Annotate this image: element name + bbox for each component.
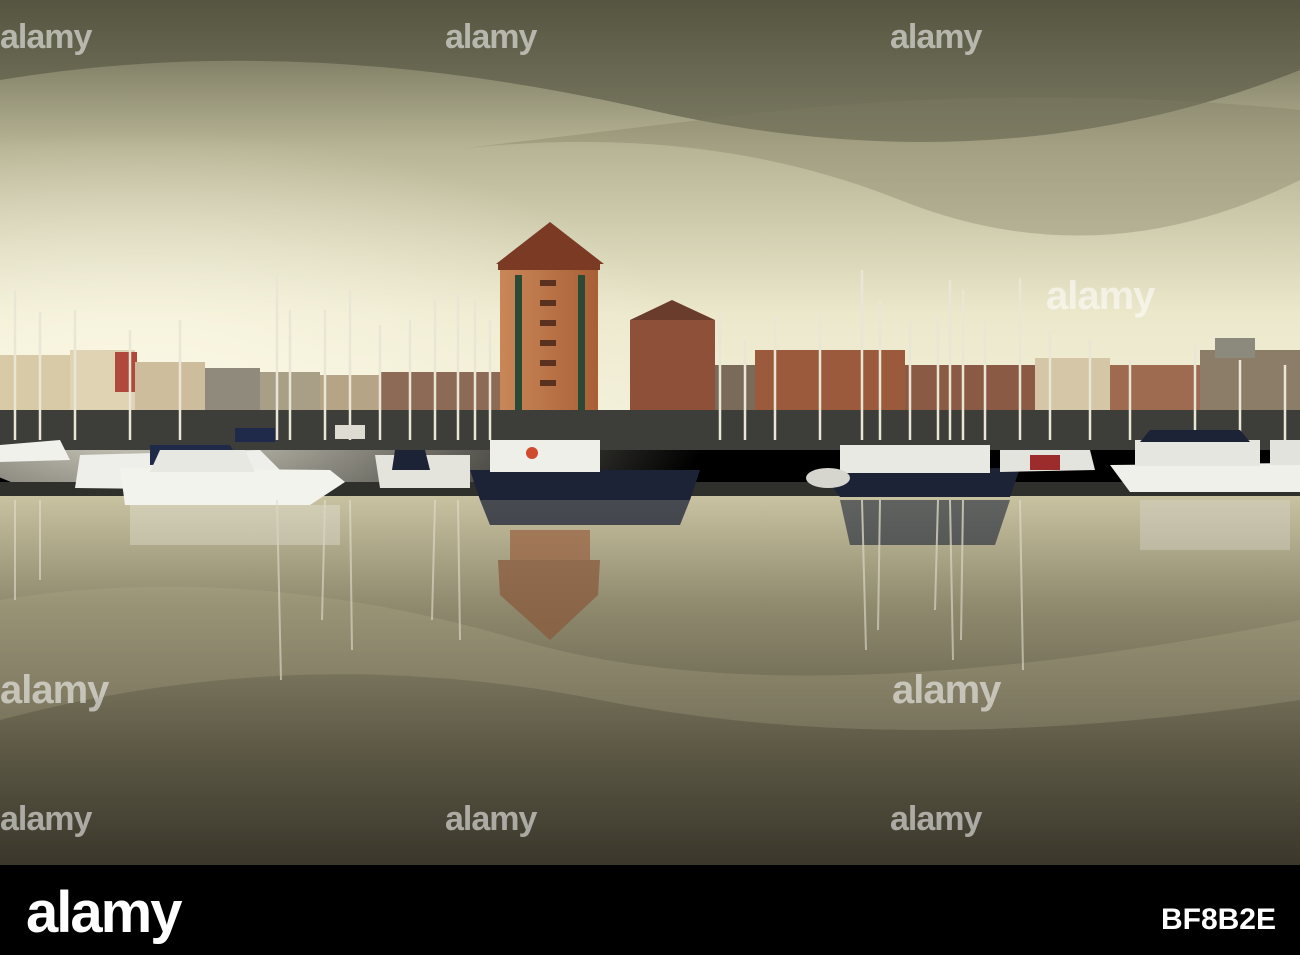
watermark-center-left: alamy	[0, 668, 109, 712]
photo-frame: alamy alamy alamy alamy alamy alamy alam…	[0, 0, 1300, 955]
footer-bar: alamy BF8B2E	[0, 865, 1300, 955]
watermark-mid-right: alamy	[1046, 274, 1155, 318]
watermark-bottom-center: alamy	[445, 800, 537, 838]
watermark-center: alamy	[892, 668, 1001, 712]
watermark-bottom-right: alamy	[890, 800, 982, 838]
marina-photo	[0, 0, 1300, 865]
alamy-logo: alamy	[26, 880, 182, 945]
tower	[496, 222, 604, 422]
watermark-top-right: alamy	[890, 18, 982, 56]
watermark-top-left: alamy	[0, 18, 92, 56]
image-id: BF8B2E	[1160, 903, 1276, 936]
watermark-top-center: alamy	[445, 18, 537, 56]
quay	[0, 410, 1300, 450]
watermark-bottom-left: alamy	[0, 800, 92, 838]
